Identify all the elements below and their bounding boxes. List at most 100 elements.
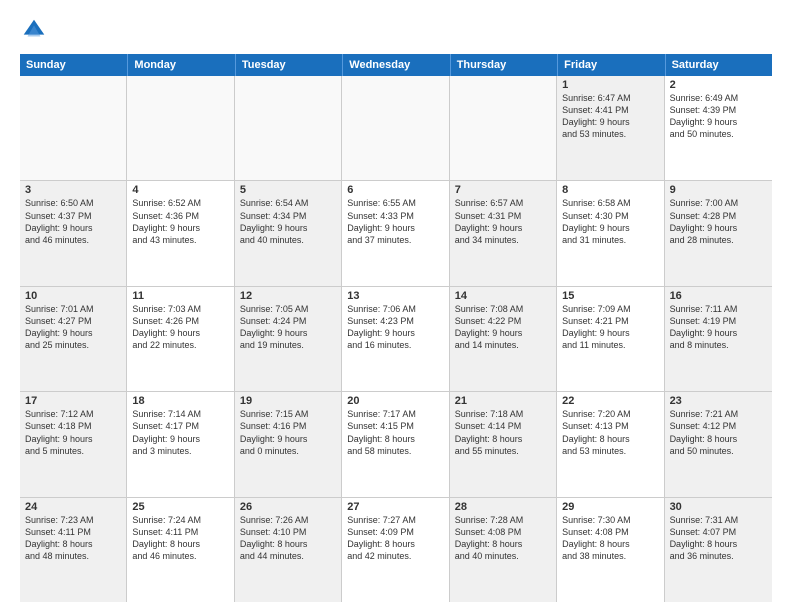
- week-row-3: 10Sunrise: 7:01 AM Sunset: 4:27 PM Dayli…: [20, 287, 772, 392]
- day-number: 5: [240, 184, 336, 196]
- week-row-4: 17Sunrise: 7:12 AM Sunset: 4:18 PM Dayli…: [20, 392, 772, 497]
- day-info: Sunrise: 6:49 AM Sunset: 4:39 PM Dayligh…: [670, 92, 767, 141]
- day-info: Sunrise: 6:57 AM Sunset: 4:31 PM Dayligh…: [455, 197, 551, 246]
- cal-cell-1-7: 2Sunrise: 6:49 AM Sunset: 4:39 PM Daylig…: [665, 76, 772, 180]
- day-number: 28: [455, 501, 551, 513]
- day-number: 26: [240, 501, 336, 513]
- day-number: 8: [562, 184, 658, 196]
- day-number: 23: [670, 395, 767, 407]
- day-info: Sunrise: 7:31 AM Sunset: 4:07 PM Dayligh…: [670, 514, 767, 563]
- day-number: 21: [455, 395, 551, 407]
- cal-cell-5-3: 26Sunrise: 7:26 AM Sunset: 4:10 PM Dayli…: [235, 498, 342, 602]
- cal-cell-4-2: 18Sunrise: 7:14 AM Sunset: 4:17 PM Dayli…: [127, 392, 234, 496]
- day-info: Sunrise: 7:24 AM Sunset: 4:11 PM Dayligh…: [132, 514, 228, 563]
- day-number: 3: [25, 184, 121, 196]
- cal-cell-1-5: [450, 76, 557, 180]
- header-day-tuesday: Tuesday: [235, 54, 342, 76]
- cal-cell-2-7: 9Sunrise: 7:00 AM Sunset: 4:28 PM Daylig…: [665, 181, 772, 285]
- day-info: Sunrise: 7:05 AM Sunset: 4:24 PM Dayligh…: [240, 303, 336, 352]
- cal-cell-4-6: 22Sunrise: 7:20 AM Sunset: 4:13 PM Dayli…: [557, 392, 664, 496]
- cal-cell-5-6: 29Sunrise: 7:30 AM Sunset: 4:08 PM Dayli…: [557, 498, 664, 602]
- cal-cell-5-2: 25Sunrise: 7:24 AM Sunset: 4:11 PM Dayli…: [127, 498, 234, 602]
- day-number: 16: [670, 290, 767, 302]
- day-info: Sunrise: 7:01 AM Sunset: 4:27 PM Dayligh…: [25, 303, 121, 352]
- day-number: 6: [347, 184, 443, 196]
- day-number: 11: [132, 290, 228, 302]
- day-info: Sunrise: 7:09 AM Sunset: 4:21 PM Dayligh…: [562, 303, 658, 352]
- cal-cell-1-1: [20, 76, 127, 180]
- day-number: 4: [132, 184, 228, 196]
- header-day-sunday: Sunday: [20, 54, 127, 76]
- day-number: 2: [670, 79, 767, 91]
- page: SundayMondayTuesdayWednesdayThursdayFrid…: [0, 0, 792, 612]
- day-info: Sunrise: 7:12 AM Sunset: 4:18 PM Dayligh…: [25, 408, 121, 457]
- day-info: Sunrise: 6:55 AM Sunset: 4:33 PM Dayligh…: [347, 197, 443, 246]
- week-row-2: 3Sunrise: 6:50 AM Sunset: 4:37 PM Daylig…: [20, 181, 772, 286]
- cal-cell-2-6: 8Sunrise: 6:58 AM Sunset: 4:30 PM Daylig…: [557, 181, 664, 285]
- day-number: 20: [347, 395, 443, 407]
- day-info: Sunrise: 6:58 AM Sunset: 4:30 PM Dayligh…: [562, 197, 658, 246]
- cal-cell-4-7: 23Sunrise: 7:21 AM Sunset: 4:12 PM Dayli…: [665, 392, 772, 496]
- cal-cell-1-4: [342, 76, 449, 180]
- day-info: Sunrise: 7:27 AM Sunset: 4:09 PM Dayligh…: [347, 514, 443, 563]
- day-number: 27: [347, 501, 443, 513]
- calendar-header: SundayMondayTuesdayWednesdayThursdayFrid…: [20, 54, 772, 76]
- day-number: 24: [25, 501, 121, 513]
- day-number: 22: [562, 395, 658, 407]
- day-info: Sunrise: 7:28 AM Sunset: 4:08 PM Dayligh…: [455, 514, 551, 563]
- week-row-5: 24Sunrise: 7:23 AM Sunset: 4:11 PM Dayli…: [20, 498, 772, 602]
- day-number: 13: [347, 290, 443, 302]
- day-info: Sunrise: 6:54 AM Sunset: 4:34 PM Dayligh…: [240, 197, 336, 246]
- day-info: Sunrise: 7:08 AM Sunset: 4:22 PM Dayligh…: [455, 303, 551, 352]
- day-info: Sunrise: 7:00 AM Sunset: 4:28 PM Dayligh…: [670, 197, 767, 246]
- day-info: Sunrise: 6:50 AM Sunset: 4:37 PM Dayligh…: [25, 197, 121, 246]
- cal-cell-4-4: 20Sunrise: 7:17 AM Sunset: 4:15 PM Dayli…: [342, 392, 449, 496]
- cal-cell-4-3: 19Sunrise: 7:15 AM Sunset: 4:16 PM Dayli…: [235, 392, 342, 496]
- day-info: Sunrise: 6:47 AM Sunset: 4:41 PM Dayligh…: [562, 92, 658, 141]
- day-number: 17: [25, 395, 121, 407]
- header-day-wednesday: Wednesday: [342, 54, 449, 76]
- header-day-friday: Friday: [557, 54, 664, 76]
- header: [20, 16, 772, 44]
- cal-cell-2-2: 4Sunrise: 6:52 AM Sunset: 4:36 PM Daylig…: [127, 181, 234, 285]
- calendar-body: 1Sunrise: 6:47 AM Sunset: 4:41 PM Daylig…: [20, 76, 772, 602]
- header-day-saturday: Saturday: [665, 54, 772, 76]
- header-day-monday: Monday: [127, 54, 234, 76]
- header-day-thursday: Thursday: [450, 54, 557, 76]
- calendar: SundayMondayTuesdayWednesdayThursdayFrid…: [20, 54, 772, 602]
- day-number: 9: [670, 184, 767, 196]
- day-info: Sunrise: 7:14 AM Sunset: 4:17 PM Dayligh…: [132, 408, 228, 457]
- day-info: Sunrise: 7:23 AM Sunset: 4:11 PM Dayligh…: [25, 514, 121, 563]
- day-info: Sunrise: 7:15 AM Sunset: 4:16 PM Dayligh…: [240, 408, 336, 457]
- day-info: Sunrise: 7:21 AM Sunset: 4:12 PM Dayligh…: [670, 408, 767, 457]
- cal-cell-4-5: 21Sunrise: 7:18 AM Sunset: 4:14 PM Dayli…: [450, 392, 557, 496]
- day-number: 12: [240, 290, 336, 302]
- cal-cell-2-1: 3Sunrise: 6:50 AM Sunset: 4:37 PM Daylig…: [20, 181, 127, 285]
- cal-cell-2-4: 6Sunrise: 6:55 AM Sunset: 4:33 PM Daylig…: [342, 181, 449, 285]
- cal-cell-5-1: 24Sunrise: 7:23 AM Sunset: 4:11 PM Dayli…: [20, 498, 127, 602]
- day-info: Sunrise: 7:11 AM Sunset: 4:19 PM Dayligh…: [670, 303, 767, 352]
- day-number: 30: [670, 501, 767, 513]
- day-info: Sunrise: 7:06 AM Sunset: 4:23 PM Dayligh…: [347, 303, 443, 352]
- cal-cell-2-3: 5Sunrise: 6:54 AM Sunset: 4:34 PM Daylig…: [235, 181, 342, 285]
- day-number: 25: [132, 501, 228, 513]
- day-info: Sunrise: 7:17 AM Sunset: 4:15 PM Dayligh…: [347, 408, 443, 457]
- day-number: 1: [562, 79, 658, 91]
- cal-cell-4-1: 17Sunrise: 7:12 AM Sunset: 4:18 PM Dayli…: [20, 392, 127, 496]
- logo: [20, 16, 52, 44]
- day-number: 18: [132, 395, 228, 407]
- day-info: Sunrise: 7:30 AM Sunset: 4:08 PM Dayligh…: [562, 514, 658, 563]
- cal-cell-5-4: 27Sunrise: 7:27 AM Sunset: 4:09 PM Dayli…: [342, 498, 449, 602]
- cal-cell-3-4: 13Sunrise: 7:06 AM Sunset: 4:23 PM Dayli…: [342, 287, 449, 391]
- cal-cell-3-7: 16Sunrise: 7:11 AM Sunset: 4:19 PM Dayli…: [665, 287, 772, 391]
- week-row-1: 1Sunrise: 6:47 AM Sunset: 4:41 PM Daylig…: [20, 76, 772, 181]
- cal-cell-1-2: [127, 76, 234, 180]
- cal-cell-3-2: 11Sunrise: 7:03 AM Sunset: 4:26 PM Dayli…: [127, 287, 234, 391]
- day-number: 14: [455, 290, 551, 302]
- cal-cell-3-3: 12Sunrise: 7:05 AM Sunset: 4:24 PM Dayli…: [235, 287, 342, 391]
- day-number: 7: [455, 184, 551, 196]
- day-number: 15: [562, 290, 658, 302]
- cal-cell-1-3: [235, 76, 342, 180]
- logo-icon: [20, 16, 48, 44]
- cal-cell-5-7: 30Sunrise: 7:31 AM Sunset: 4:07 PM Dayli…: [665, 498, 772, 602]
